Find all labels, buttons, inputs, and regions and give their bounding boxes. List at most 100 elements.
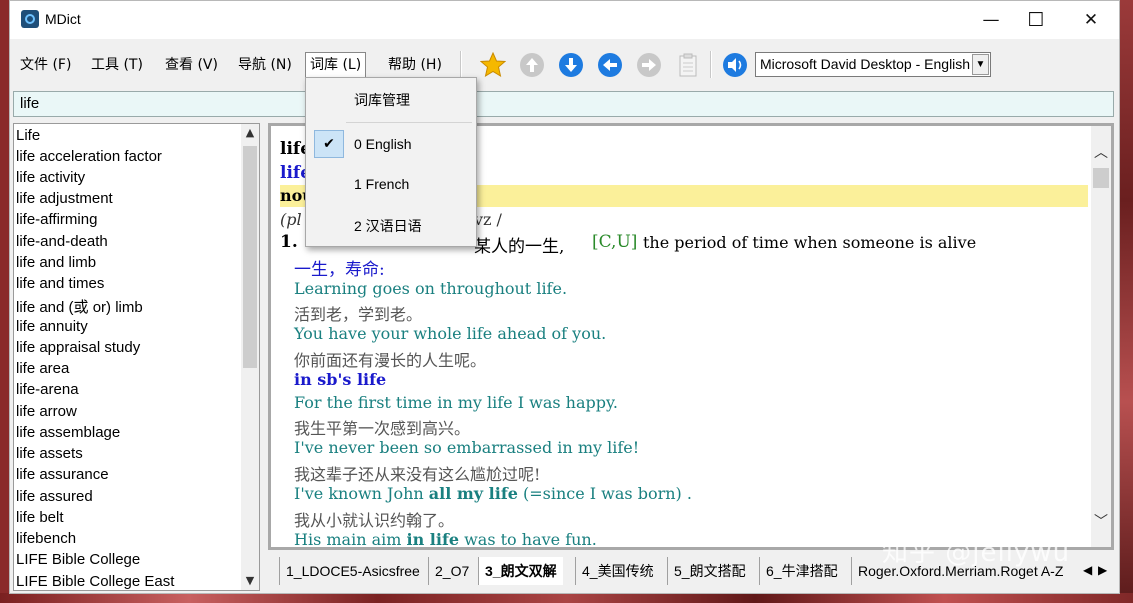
forward-arrow-icon[interactable] (636, 52, 662, 78)
back-arrow-icon[interactable] (597, 52, 623, 78)
scroll-up-icon[interactable]: ▲ (241, 124, 259, 142)
example-text: was to have fun. (459, 530, 597, 549)
list-item[interactable]: life arrow (16, 403, 77, 420)
list-item[interactable]: life-and-death (16, 233, 108, 250)
favorite-star-icon[interactable] (479, 51, 507, 78)
toolbar-separator (460, 51, 462, 78)
checkmark-icon: ✔ (314, 130, 344, 158)
scroll-thumb[interactable] (1093, 168, 1109, 188)
example-en: You have your whole life ahead of you. (294, 324, 607, 343)
menu-item-english[interactable]: 0 English (354, 136, 412, 152)
word-list: Life life acceleration factor life activ… (13, 123, 260, 591)
chevron-down-icon[interactable]: ▼ (972, 54, 989, 75)
speaker-icon[interactable] (722, 52, 748, 78)
scroll-thumb[interactable] (243, 146, 257, 368)
menu-divider (346, 122, 472, 123)
menu-library[interactable]: 词库 (L) (305, 52, 367, 78)
window-title: MDict (45, 11, 81, 27)
voice-select[interactable]: Microsoft David Desktop - English ▼ (755, 52, 991, 77)
desktop-background (1119, 0, 1133, 603)
list-item[interactable]: life assets (16, 445, 83, 462)
menu-help[interactable]: 帮助 (H) (384, 53, 446, 77)
example-en: I've known John all my life (=since I wa… (294, 484, 692, 503)
word-list-scrollbar[interactable]: ▲ ▼ (241, 124, 259, 590)
tab-ldoce5[interactable]: 1_LDOCE5-Asicsfree (279, 557, 426, 585)
example-text: His main aim (294, 530, 407, 549)
desktop-background-bottom (0, 593, 1133, 603)
maximize-button[interactable]: ☐ (1013, 1, 1059, 39)
cn-definition: 一生，寿命: (294, 260, 385, 280)
clipboard-icon[interactable] (675, 52, 701, 78)
example-cn: 我生平第一次感到高兴。 (294, 419, 471, 438)
search-input[interactable]: life (13, 91, 1114, 117)
example-en: I've never been so embarrassed in my lif… (294, 438, 640, 457)
list-item[interactable]: life appraisal study (16, 339, 140, 356)
example-cn: 你前面还有漫长的人生呢。 (294, 351, 487, 370)
tab-scroll-left-icon[interactable]: ◀ (1083, 563, 1092, 577)
list-item[interactable]: life-arena (16, 381, 79, 398)
tab-o7[interactable]: 2_O7 (428, 557, 475, 585)
voice-select-value: Microsoft David Desktop - English (760, 56, 971, 72)
menu-item-chinese-japanese[interactable]: 2 汉语日语 (354, 216, 422, 236)
definition-scrollbar[interactable]: ︿ ﹀ (1091, 126, 1111, 547)
list-item[interactable]: LIFE Bible College (16, 551, 140, 568)
example-text: I've known John (294, 484, 429, 503)
definition-text: the period of time when someone is alive (643, 233, 977, 252)
menu-tools[interactable]: 工具 (T) (87, 53, 147, 77)
list-item[interactable]: life annuity (16, 318, 88, 335)
library-dropdown-menu: 词库管理 ✔ 0 English 1 French 2 汉语日语 (305, 77, 477, 247)
phonetic: vz / (474, 210, 502, 229)
chevron-down-icon[interactable]: ﹀ (1092, 513, 1110, 531)
close-button[interactable]: ✕ (1068, 1, 1114, 39)
plural-note: (pl (280, 210, 302, 229)
list-item[interactable]: life assured (16, 488, 93, 505)
list-item[interactable]: life-affirming (16, 211, 97, 228)
minimize-button[interactable]: — (968, 1, 1014, 39)
example-cn: 我这辈子还从来没有这么尴尬过呢! (294, 465, 541, 484)
watermark: 知乎 @jellywu (882, 538, 1071, 568)
list-item[interactable]: life and limb (16, 254, 96, 271)
menu-bar: 文件 (F) 工具 (T) 查看 (V) 导航 (N) 词库 (L) 帮助 (H… (10, 45, 1119, 83)
grammar-code: [C,U] (592, 232, 638, 252)
title-bar: MDict — ☐ ✕ (10, 1, 1119, 39)
list-item[interactable]: life adjustment (16, 190, 113, 207)
list-item[interactable]: life assurance (16, 466, 109, 483)
chevron-up-icon[interactable]: ︿ (1092, 144, 1110, 162)
example-en: His main aim in life was to have fun. (294, 530, 597, 549)
example-en: Learning goes on throughout life. (294, 279, 568, 298)
list-item[interactable]: life acceleration factor (16, 148, 162, 165)
list-item[interactable]: life activity (16, 169, 85, 186)
sense-number: 1. (280, 232, 298, 252)
phrase: in sb's life (294, 370, 387, 389)
menu-navigate[interactable]: 导航 (N) (234, 53, 296, 77)
example-en: For the first time in my life I was happ… (294, 393, 618, 412)
arrow-up-icon[interactable] (519, 52, 545, 78)
tab-longman-collocations[interactable]: 5_朗文搭配 (667, 557, 752, 585)
list-item[interactable]: Life (16, 127, 40, 144)
tab-longman-bilingual[interactable]: 3_朗文双解 (478, 557, 563, 585)
menu-item-manage-libraries[interactable]: 词库管理 (354, 90, 410, 110)
example-text: (=since I was born) . (517, 484, 692, 503)
tab-scroll-right-icon[interactable]: ▶ (1098, 563, 1107, 577)
list-item[interactable]: life and (或 or) limb (16, 296, 143, 317)
example-cn: 我从小就认识约翰了。 (294, 511, 455, 530)
list-item[interactable]: life assemblage (16, 424, 120, 441)
menu-item-french[interactable]: 1 French (354, 176, 409, 192)
menu-file[interactable]: 文件 (F) (16, 53, 75, 77)
example-bold: in life (406, 530, 460, 549)
example-bold: all my life (428, 484, 518, 503)
list-item[interactable]: lifebench (16, 530, 76, 547)
tab-oxford-collocations[interactable]: 6_牛津搭配 (759, 557, 844, 585)
scroll-down-icon[interactable]: ▼ (241, 572, 259, 590)
example-cn: 活到老，学到老。 (294, 305, 423, 324)
list-item[interactable]: life belt (16, 509, 64, 526)
list-item[interactable]: LIFE Bible College East (16, 573, 174, 590)
tab-american-heritage[interactable]: 4_美国传统 (575, 557, 660, 585)
toolbar-separator (710, 51, 712, 78)
sense-cn: 某人的一生, (474, 237, 565, 257)
mdict-window: MDict — ☐ ✕ 文件 (F) 工具 (T) 查看 (V) 导航 (N) … (9, 0, 1120, 594)
list-item[interactable]: life area (16, 360, 69, 377)
list-item[interactable]: life and times (16, 275, 104, 292)
menu-view[interactable]: 查看 (V) (161, 53, 222, 77)
arrow-down-icon[interactable] (558, 52, 584, 78)
